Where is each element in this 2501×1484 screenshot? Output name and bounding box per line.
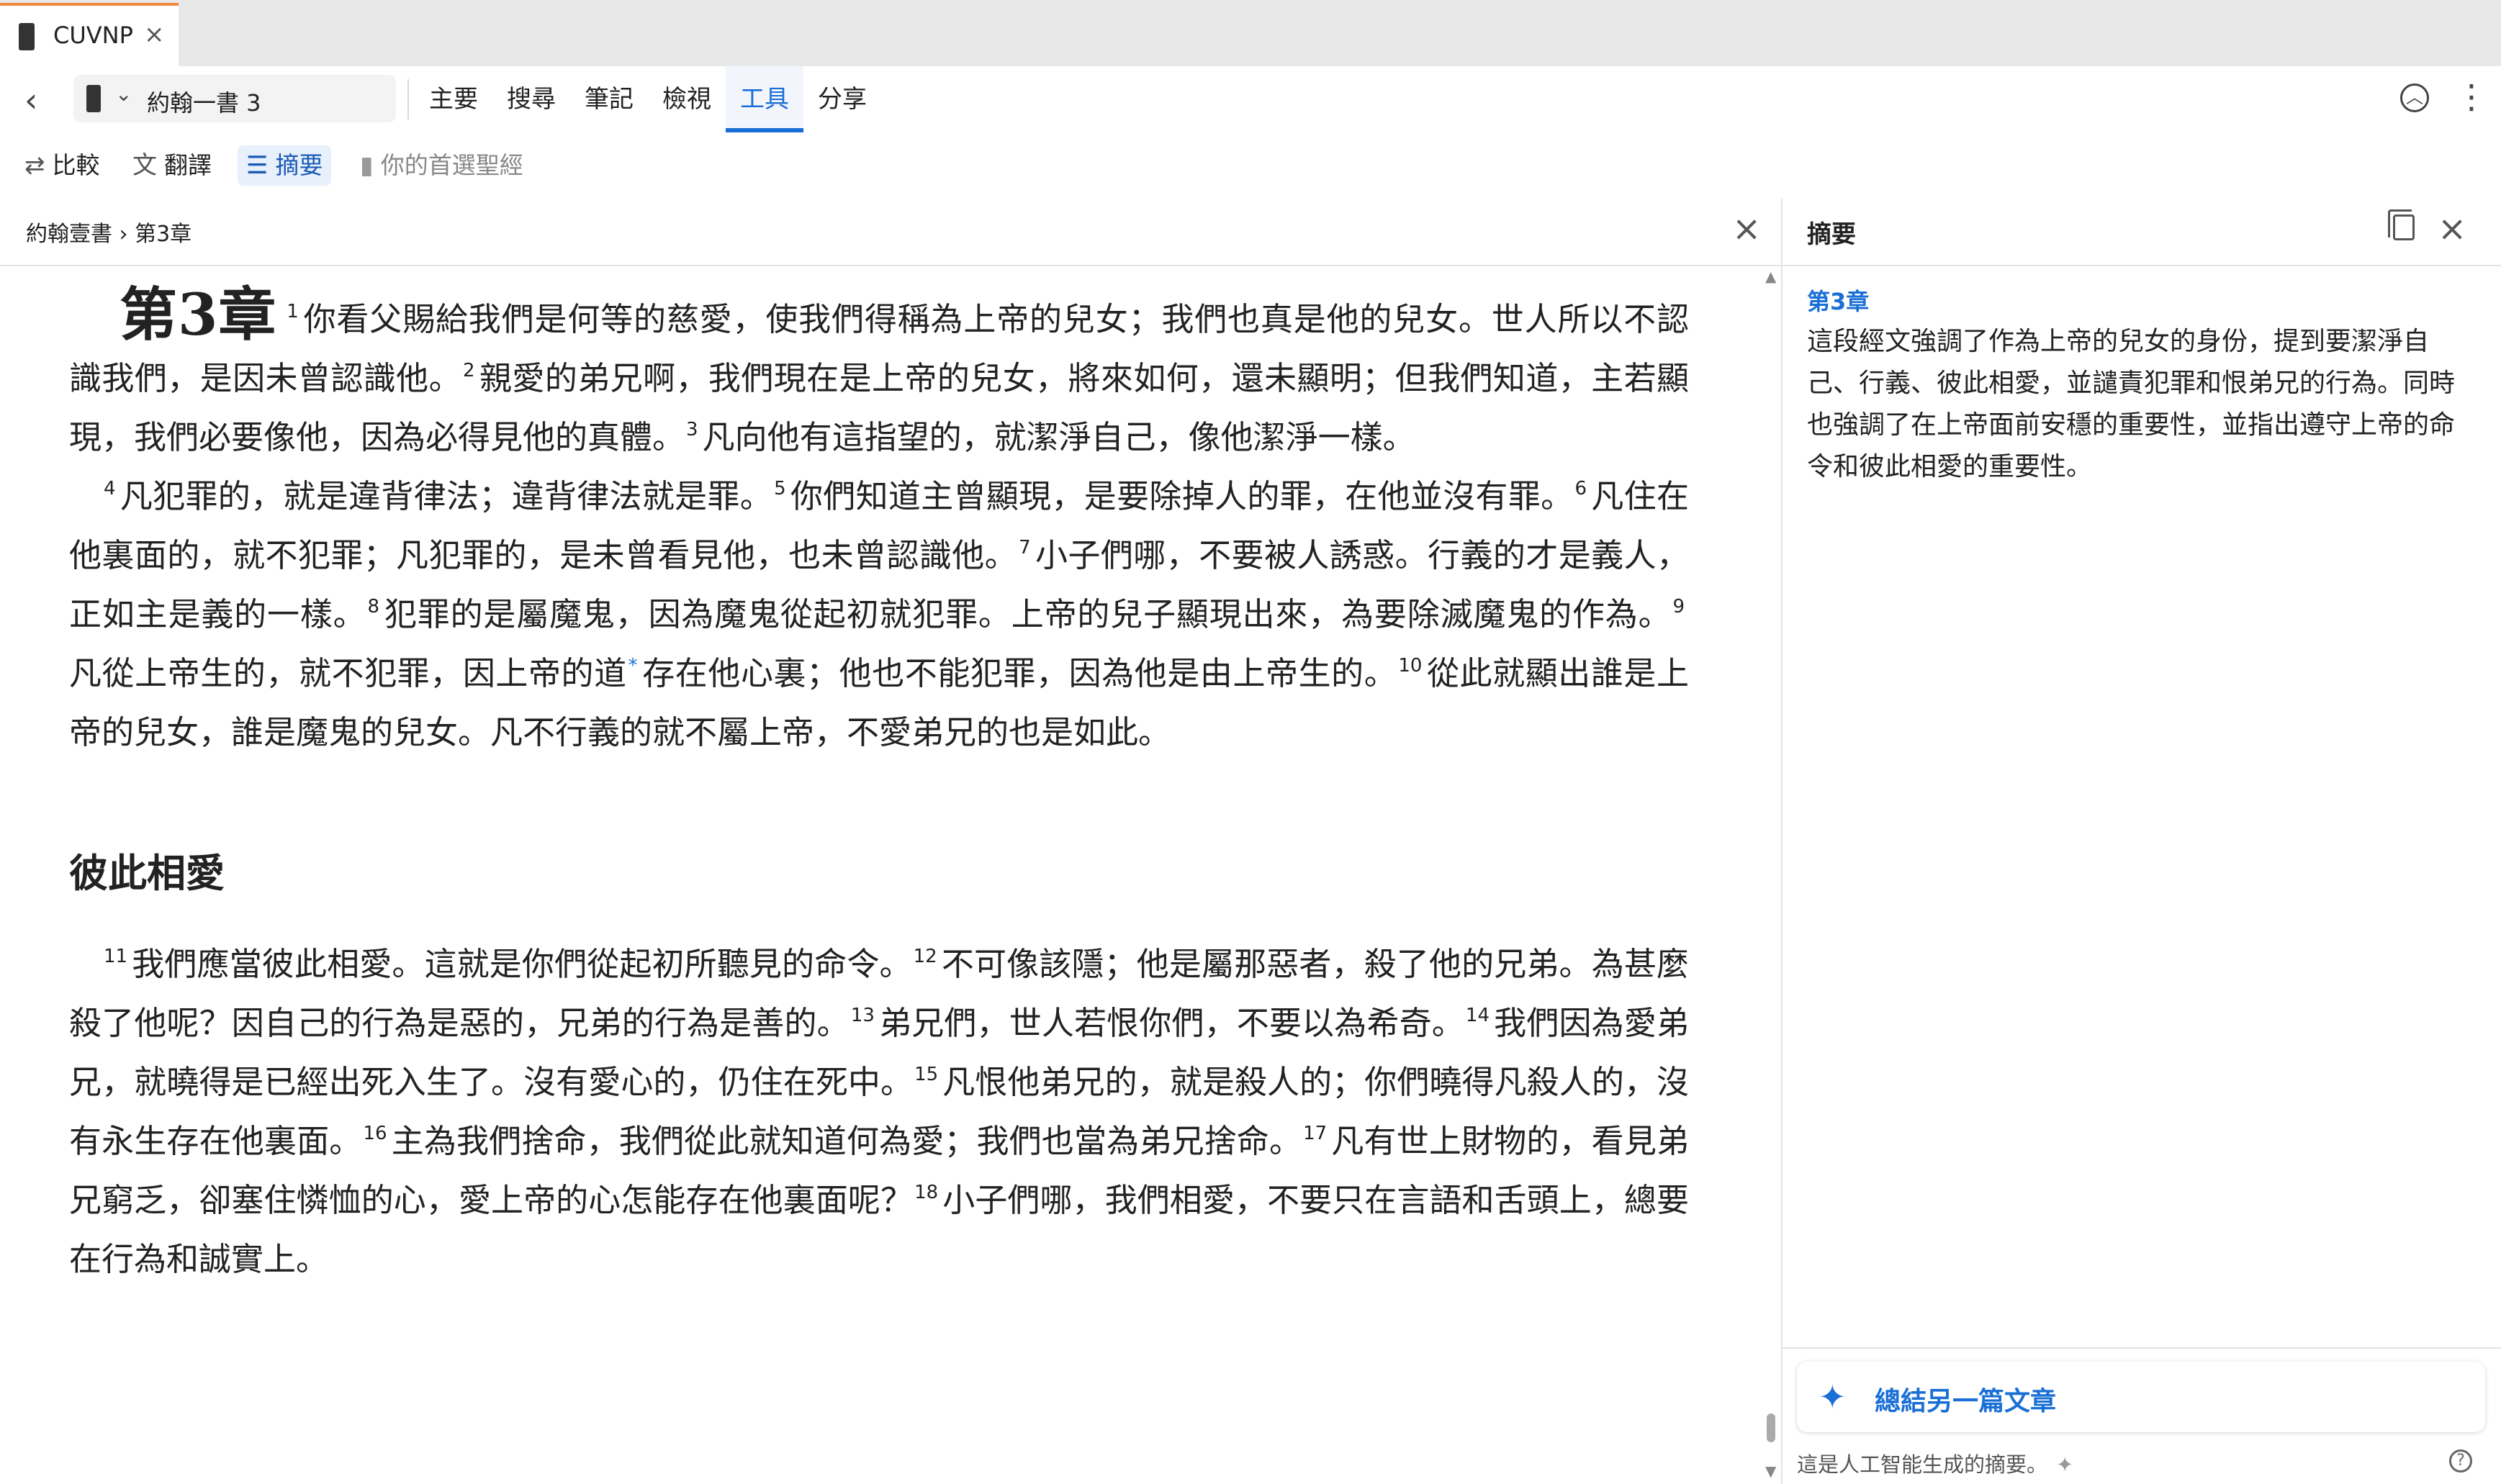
- chevron-down-icon: ⌄: [115, 82, 132, 106]
- breadcrumb[interactable]: 約翰壹書 › 第3章: [26, 216, 191, 248]
- summary-heading: 第3章: [1807, 288, 1870, 315]
- paragraph-3: 11 我們應當彼此相愛。這就是你們從起初所聽見的命令。12 不可像該隱；他是屬那惡者…: [69, 935, 1689, 1289]
- book-selector-label: 約翰一書 3: [147, 89, 261, 117]
- help-icon[interactable]: ?: [2449, 1449, 2472, 1472]
- tab-title: CUVNP: [53, 22, 133, 49]
- back-icon[interactable]: ‹: [24, 81, 37, 119]
- collapse-up-icon[interactable]: ︿: [2400, 83, 2429, 112]
- verse-number: 4: [104, 478, 116, 499]
- compare-label: 比較: [52, 151, 100, 179]
- verse-4[interactable]: 凡犯罪的，就是違背律法；違背律法就是罪。: [120, 477, 773, 515]
- paragraph-2: 4 凡犯罪的，就是違背律法；違背律法就是罪。5 你們知道主曾顯現，是要除掉人的罪，在…: [69, 467, 1689, 762]
- book-icon: [19, 23, 35, 50]
- summary-panel: 摘要 × 第3章 這段經文強調了作為上帝的兒女的身份，提到要潔淨自己、行義、彼此…: [1783, 199, 2501, 1484]
- verse-8[interactable]: 犯罪的是屬魔鬼，因為魔鬼從起初就犯罪。上帝的兒子顯現出來，為要除滅魔鬼的作為。: [384, 595, 1671, 633]
- translate-button[interactable]: 文翻譯: [132, 145, 212, 186]
- verse-number: 16: [363, 1123, 387, 1144]
- verse-number: 2: [463, 360, 475, 381]
- tab-bar: CUVNP ×: [0, 0, 2501, 66]
- ai-disclaimer-text: 這是人工智能生成的摘要。: [1797, 1452, 2048, 1477]
- close-icon[interactable]: ×: [1732, 209, 1761, 249]
- more-options-icon[interactable]: ⋮: [2455, 75, 2488, 118]
- verse-number: 9: [1672, 596, 1685, 617]
- summary-header: 摘要 ×: [1783, 199, 2501, 266]
- compare-button[interactable]: ⇄ 比較: [24, 145, 100, 186]
- verse-number: 15: [914, 1064, 939, 1085]
- verse-16[interactable]: 主為我們捨命，我們從此就知道何為愛；我們也當為弟兄捨命。: [392, 1122, 1302, 1160]
- tab-close-icon[interactable]: ×: [144, 20, 165, 49]
- translate-label: 翻譯: [164, 151, 212, 179]
- section-heading: 彼此相愛: [69, 851, 225, 896]
- chapter-number: 第3章: [120, 281, 277, 348]
- summary-panel-title: 摘要: [1807, 220, 1856, 249]
- menu-main[interactable]: 主要: [415, 66, 492, 132]
- verse-number: 3: [686, 419, 698, 440]
- bookmark-icon: ▮: [360, 151, 374, 180]
- verse-3[interactable]: 凡向他有這指望的，就潔淨自己，像他潔淨一樣。: [703, 418, 1415, 456]
- footnote-marker[interactable]: *: [628, 655, 638, 677]
- list-summary-icon: ☰: [246, 151, 269, 180]
- nav-bar: ‹ ⌄ 約翰一書 3 主要 搜尋 筆記 檢視 工具 分享 ︿ ⋮: [0, 66, 2501, 134]
- summarize-another-label: 總結另一篇文章: [1875, 1387, 2057, 1416]
- main-menu: 主要 搜尋 筆記 檢視 工具 分享: [415, 66, 881, 132]
- verse-9-cont[interactable]: 存在他心裏；他也不能犯罪，因為他是由上帝生的。: [642, 654, 1397, 692]
- divider: [1783, 1347, 2501, 1349]
- summary-button[interactable]: ☰ 摘要: [238, 145, 332, 186]
- sparkle-icon: ✦: [1819, 1377, 1847, 1416]
- verse-number: 12: [913, 946, 937, 967]
- scrollbar-thumb[interactable]: [1767, 1413, 1775, 1442]
- paragraph-1: 第3章 1 你看父賜給我們是何等的慈愛，使我們得稱為上帝的兒女；我們也真是他的兒女。…: [69, 285, 1689, 467]
- summary-label: 摘要: [275, 151, 323, 179]
- copy-icon[interactable]: [2388, 209, 2415, 240]
- verse-number: 6: [1574, 478, 1587, 499]
- reader-header: 約翰壹書 › 第3章 ×: [0, 199, 1781, 266]
- sparkle-icon: ✦: [2056, 1452, 2074, 1477]
- preferred-bible-button[interactable]: ▮ 你的首選聖經: [360, 145, 523, 186]
- close-icon[interactable]: ×: [2438, 209, 2466, 249]
- verse-number: 14: [1465, 1005, 1490, 1026]
- verse-number: 13: [850, 1005, 875, 1026]
- verse-number: 17: [1303, 1123, 1328, 1144]
- verse-number: 18: [914, 1182, 939, 1203]
- verse-number: 8: [367, 596, 380, 617]
- tab-cuvnp[interactable]: CUVNP ×: [0, 3, 179, 66]
- arrows-swap-icon: ⇄: [24, 151, 45, 180]
- menu-share[interactable]: 分享: [803, 66, 881, 132]
- scroll-up-icon[interactable]: ▲: [1765, 268, 1776, 285]
- scroll-down-icon[interactable]: ▼: [1765, 1462, 1776, 1480]
- menu-view[interactable]: 檢視: [648, 66, 726, 132]
- verse-11[interactable]: 我們應當彼此相愛。這就是你們從起初所聽見的命令。: [132, 945, 912, 983]
- book-selector[interactable]: ⌄ 約翰一書 3: [73, 75, 396, 122]
- summary-text: 這段經文強調了作為上帝的兒女的身份，提到要潔淨自己、行義、彼此相愛，並譴責犯罪和…: [1807, 327, 2456, 481]
- verse-number: 10: [1398, 655, 1423, 677]
- translate-icon: 文: [132, 151, 157, 180]
- verse-number: 5: [774, 478, 786, 499]
- summarize-another-button[interactable]: ✦ 總結另一篇文章: [1797, 1362, 2485, 1432]
- tools-bar: ⇄ 比較 文翻譯 ☰ 摘要 ▮ 你的首選聖經: [0, 132, 2501, 200]
- divider: [407, 79, 409, 119]
- scripture-text: 第3章 1 你看父賜給我們是何等的慈愛，使我們得稱為上帝的兒女；我們也真是他的兒女。…: [69, 285, 1689, 1289]
- reader-panel: 約翰壹書 › 第3章 × 第3章 1 你看父賜給我們是何等的慈愛，使我們得稱為上帝的…: [0, 199, 1783, 1484]
- book-icon: [86, 85, 101, 112]
- verse-number: 7: [1019, 537, 1031, 558]
- menu-tools[interactable]: 工具: [726, 66, 803, 132]
- verse-number: 11: [104, 946, 128, 967]
- menu-notes[interactable]: 筆記: [570, 66, 648, 132]
- ai-disclaimer: 這是人工智能生成的摘要。 ✦: [1797, 1448, 2073, 1478]
- verse-number: 1: [287, 301, 299, 322]
- verse-5[interactable]: 你們知道主曾顯現，是要除掉人的罪，在他並沒有罪。: [790, 477, 1574, 515]
- verse-13[interactable]: 弟兄們，世人若恨你們，不要以為希奇。: [879, 1004, 1464, 1042]
- verse-9[interactable]: 凡從上帝生的，就不犯罪，因上帝的道: [69, 654, 627, 692]
- preferred-bible-label: 你的首選聖經: [380, 151, 523, 179]
- menu-search[interactable]: 搜尋: [492, 66, 570, 132]
